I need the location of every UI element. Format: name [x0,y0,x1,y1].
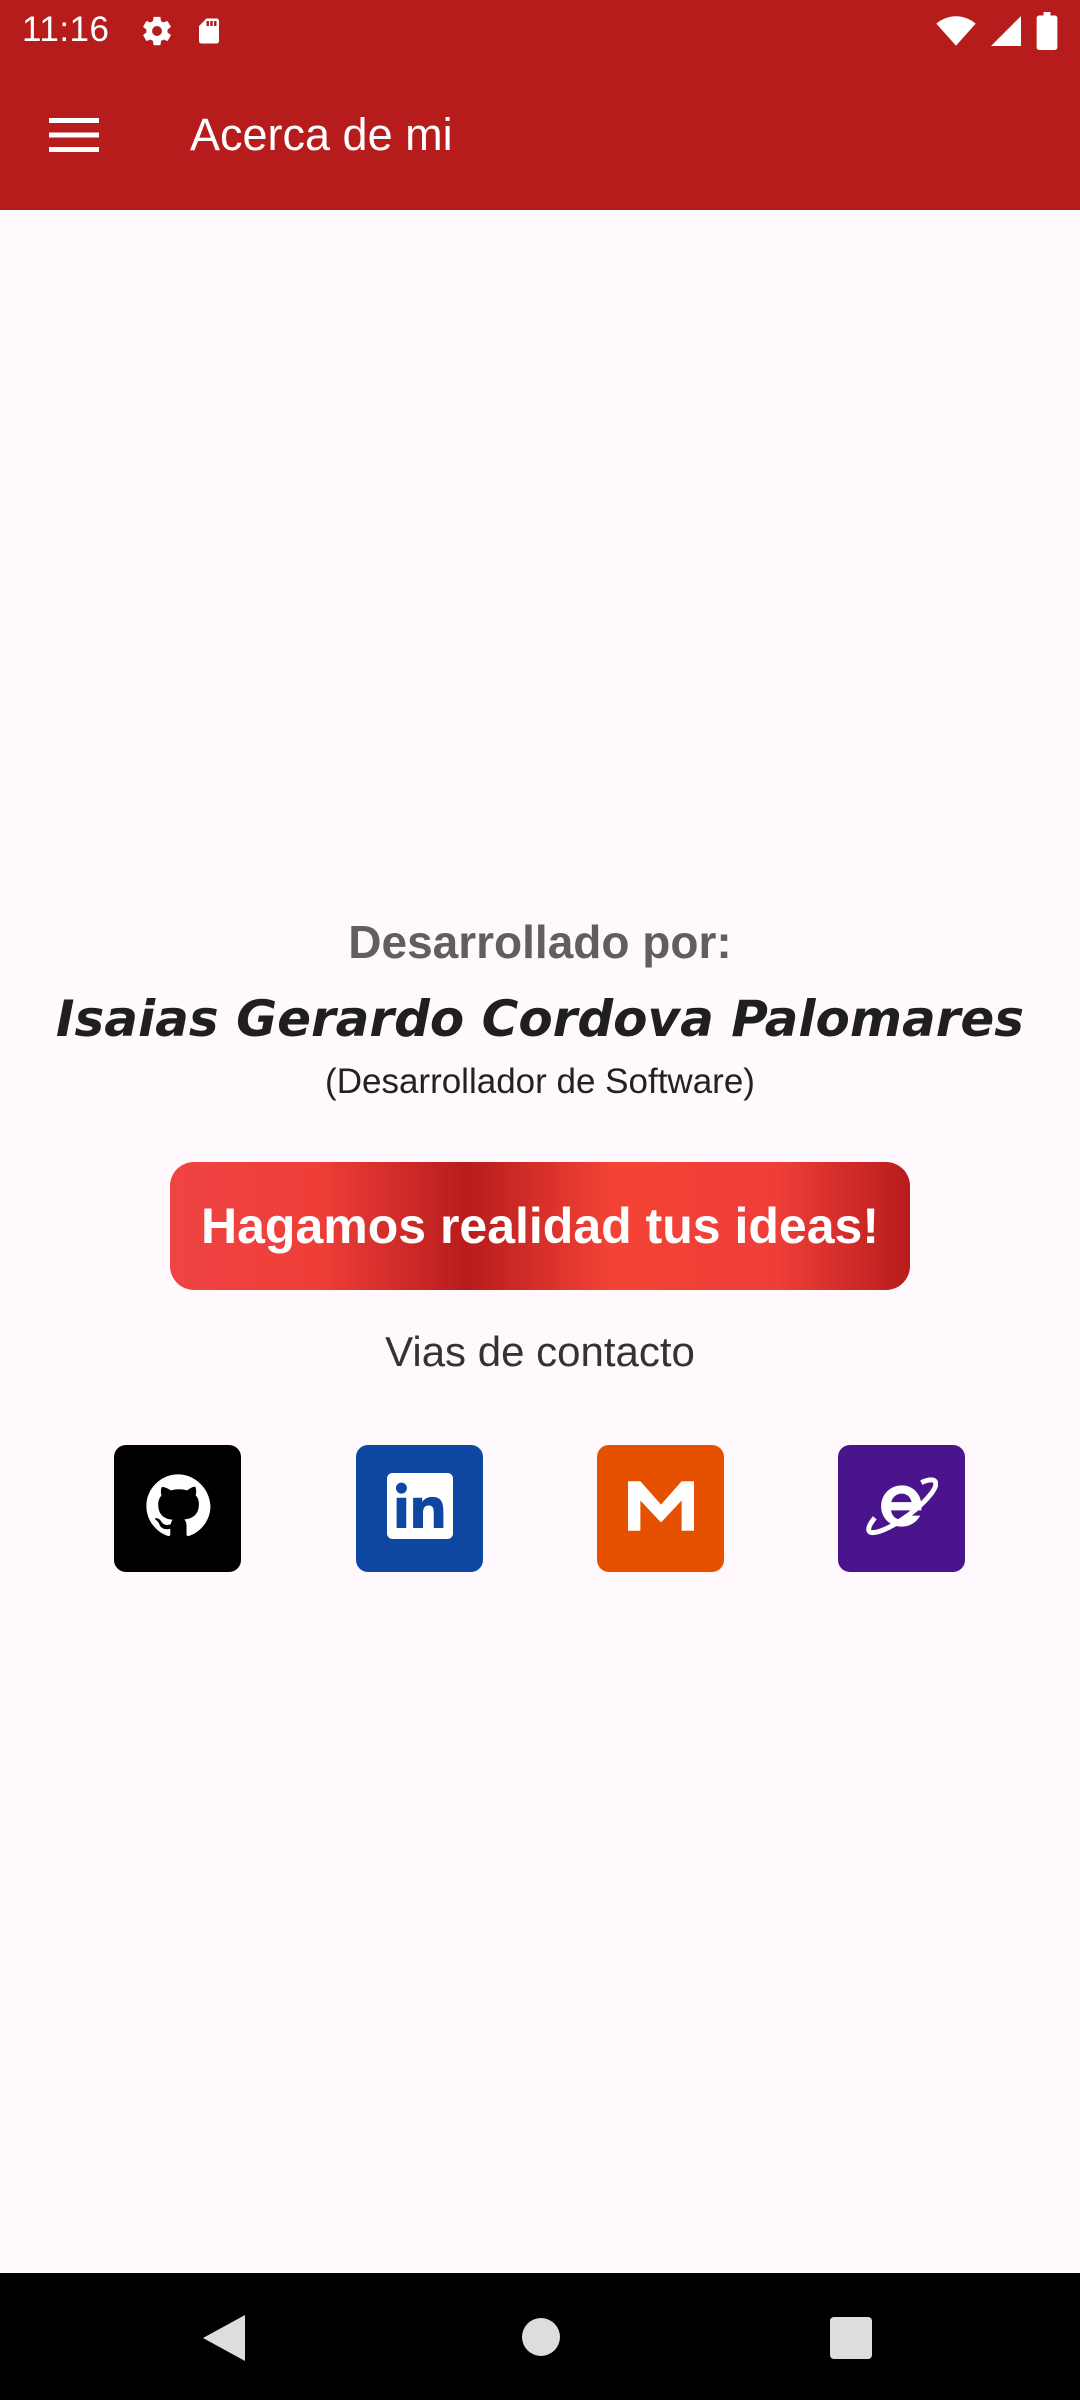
web-button[interactable] [838,1445,965,1572]
sd-card-icon [194,14,224,53]
github-button[interactable] [114,1445,241,1572]
screen: 11:16 Acerca de mi Desarrollado por: Isa… [0,0,1080,2400]
page-title: Acerca de mi [190,109,453,160]
status-time: 11:16 [22,10,110,49]
status-bar: 11:16 [0,0,1080,63]
cell-signal-icon [988,13,1024,54]
recents-icon[interactable] [830,2317,872,2364]
mega-button[interactable] [597,1445,724,1572]
settings-icon [140,14,174,53]
linkedin-icon [386,1473,453,1544]
wifi-icon [936,13,976,54]
github-icon [145,1473,211,1544]
menu-button[interactable] [34,105,114,169]
app-bar: Acerca de mi [0,63,1080,210]
status-left-icons [140,14,224,53]
internet-explorer-icon [865,1473,938,1544]
contact-title: Vias de contacto [385,1328,695,1375]
mega-icon [627,1481,694,1536]
battery-icon [1036,12,1058,55]
developer-role: (Desarrollador de Software) [325,1062,755,1101]
navigation-bar [0,2273,1080,2400]
linkedin-button[interactable] [356,1445,483,1572]
back-icon[interactable] [203,2315,245,2366]
cta-button[interactable]: Hagamos realidad tus ideas! [170,1162,910,1290]
home-icon[interactable] [521,2317,561,2362]
developed-by-label: Desarrollado por: [348,916,732,968]
about-content: Desarrollado por: Isaias Gerardo Cordova… [0,210,1080,2273]
developer-name: Isaias Gerardo Cordova Palomares [55,990,1025,1048]
status-right-icons [936,12,1058,55]
hamburger-menu-icon [49,117,99,157]
contact-icons [0,1445,1080,1572]
